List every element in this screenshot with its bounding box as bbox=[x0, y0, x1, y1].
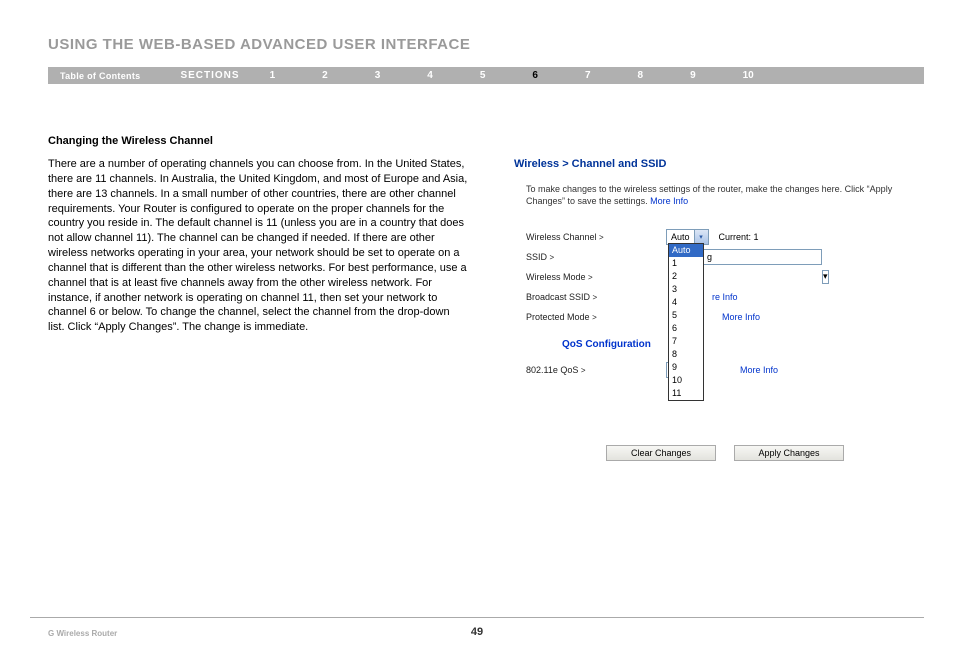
ssid-row: SSID > g bbox=[526, 247, 912, 267]
chevron-right-icon: > bbox=[599, 233, 604, 242]
wireless-channel-row: Wireless Channel > Auto ▾ Current: 1 bbox=[526, 227, 912, 247]
chevron-right-icon: > bbox=[588, 273, 593, 282]
dropdown-option[interactable]: 8 bbox=[669, 348, 703, 361]
section-link-9[interactable]: 9 bbox=[690, 70, 696, 81]
section-link-8[interactable]: 8 bbox=[638, 70, 644, 81]
section-link-3[interactable]: 3 bbox=[375, 70, 381, 81]
more-info-link[interactable]: More Info bbox=[650, 196, 688, 206]
dropdown-option[interactable]: 3 bbox=[669, 283, 703, 296]
section-link-10[interactable]: 10 bbox=[743, 70, 754, 81]
section-link-1[interactable]: 1 bbox=[270, 70, 276, 81]
dropdown-option[interactable]: 6 bbox=[669, 322, 703, 335]
section-link-2[interactable]: 2 bbox=[322, 70, 328, 81]
dropdown-option[interactable]: 5 bbox=[669, 309, 703, 322]
settings-panel: Wireless > Channel and SSID To make chan… bbox=[514, 158, 912, 380]
broadcast-ssid-label: Broadcast SSID > bbox=[526, 292, 666, 302]
section-link-7[interactable]: 7 bbox=[585, 70, 591, 81]
dropdown-option[interactable]: 7 bbox=[669, 335, 703, 348]
wireless-channel-label: Wireless Channel > bbox=[526, 232, 666, 242]
protected-mode-label: Protected Mode > bbox=[526, 312, 666, 322]
chevron-right-icon: > bbox=[581, 366, 586, 375]
footer-product: G Wireless Router bbox=[48, 629, 117, 638]
dropdown-option[interactable]: 10 bbox=[669, 374, 703, 387]
dropdown-option[interactable]: 1 bbox=[669, 257, 703, 270]
sections-label: SECTIONS bbox=[180, 70, 239, 81]
dropdown-option[interactable]: Auto bbox=[669, 244, 703, 257]
footer-page-number: 49 bbox=[471, 626, 483, 638]
more-info-link[interactable]: More Info bbox=[722, 312, 760, 322]
subheading: Changing the Wireless Channel bbox=[48, 135, 468, 147]
chevron-right-icon: > bbox=[593, 293, 598, 302]
section-link-5[interactable]: 5 bbox=[480, 70, 486, 81]
broadcast-ssid-row: Broadcast SSID > re Info bbox=[526, 287, 912, 307]
wireless-mode-label: Wireless Mode > bbox=[526, 272, 666, 282]
section-link-4[interactable]: 4 bbox=[427, 70, 433, 81]
body-text: There are a number of operating channels… bbox=[48, 157, 468, 335]
chevron-down-icon[interactable]: ▾ bbox=[822, 270, 829, 284]
dropdown-option[interactable]: 4 bbox=[669, 296, 703, 309]
section-link-6[interactable]: 6 bbox=[532, 70, 538, 81]
qos-heading: QoS Configuration bbox=[562, 339, 912, 350]
qos-label: 802.11e QoS > bbox=[526, 365, 666, 375]
intro-text: To make changes to the wireless settings… bbox=[526, 184, 912, 207]
section-nav: Table of Contents SECTIONS 1 2 3 4 5 6 7… bbox=[48, 67, 924, 84]
buttons-row: Clear Changes Apply Changes bbox=[606, 445, 844, 461]
apply-changes-button[interactable]: Apply Changes bbox=[734, 445, 844, 461]
more-info-link[interactable]: re Info bbox=[712, 292, 738, 302]
chevron-right-icon: > bbox=[550, 253, 555, 262]
wireless-mode-row: Wireless Mode > ▾ bbox=[526, 267, 912, 287]
page-title: USING THE WEB-BASED ADVANCED USER INTERF… bbox=[48, 36, 470, 53]
ssid-label: SSID > bbox=[526, 252, 666, 262]
section-numbers: 1 2 3 4 5 6 7 8 9 10 bbox=[270, 70, 754, 81]
dropdown-option[interactable]: 9 bbox=[669, 361, 703, 374]
more-info-link[interactable]: More Info bbox=[740, 365, 778, 375]
breadcrumb: Wireless > Channel and SSID bbox=[514, 158, 912, 170]
dropdown-option[interactable]: 2 bbox=[669, 270, 703, 283]
left-column: Changing the Wireless Channel There are … bbox=[48, 135, 468, 335]
chevron-right-icon: > bbox=[592, 313, 597, 322]
clear-changes-button[interactable]: Clear Changes bbox=[606, 445, 716, 461]
dropdown-option[interactable]: 11 bbox=[669, 387, 703, 400]
protected-mode-row: Protected Mode > More Info bbox=[526, 307, 912, 327]
ssid-input[interactable]: g bbox=[702, 249, 822, 265]
channel-dropdown-list[interactable]: Auto 1 2 3 4 5 6 7 8 9 10 11 bbox=[668, 243, 704, 401]
toc-link[interactable]: Table of Contents bbox=[60, 71, 140, 81]
footer-divider bbox=[30, 617, 924, 618]
qos-row: 802.11e QoS > on ▾ More Info bbox=[526, 360, 912, 380]
current-channel-text: Current: 1 bbox=[719, 232, 759, 242]
